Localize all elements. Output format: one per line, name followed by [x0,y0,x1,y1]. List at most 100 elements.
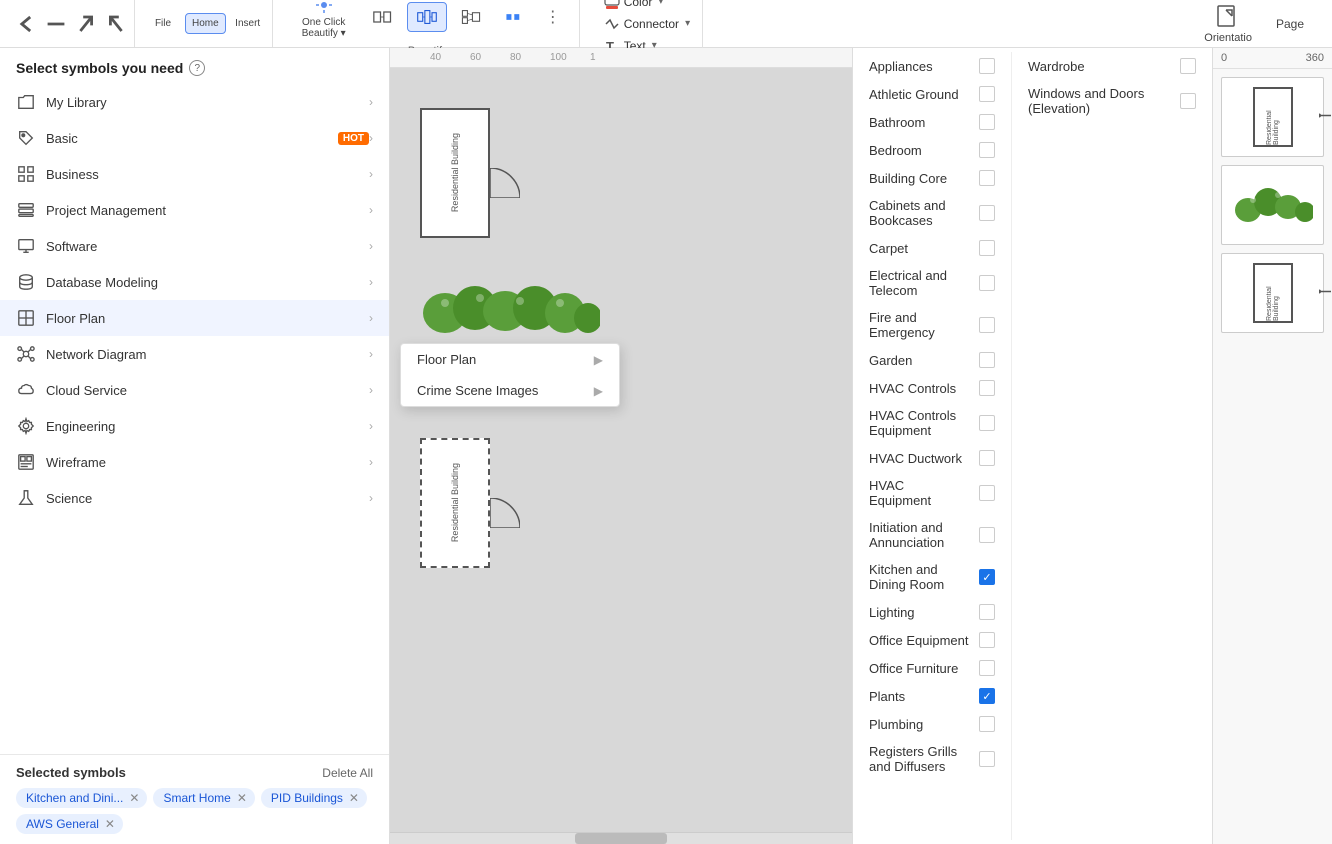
checklist-item-8[interactable]: Fire and Emergency [853,304,1011,346]
tag-aws[interactable]: AWS General ✕ [16,814,123,834]
checkbox-right-0[interactable] [1180,58,1196,74]
preview-card-1[interactable] [1221,165,1324,245]
checkbox-5[interactable] [979,205,995,221]
dropdown-crime-scene[interactable]: Crime Scene Images ▶ [401,375,619,406]
dropdown-floor-plan[interactable]: Floor Plan ▶ [401,344,619,375]
tag-pid[interactable]: PID Buildings ✕ [261,788,367,808]
checklist-item-16[interactable]: Lighting [853,598,1011,626]
checkbox-16[interactable] [979,604,995,620]
layout-1-button[interactable] [363,3,403,31]
back-button[interactable] [12,10,40,38]
layout-2-button[interactable] [407,2,447,32]
checklist-item-6[interactable]: Carpet [853,234,1011,262]
layout-4-button[interactable] [495,3,535,31]
checklist-item-20[interactable]: Plumbing [853,710,1011,738]
sidebar-item-science[interactable]: Science › [0,480,389,516]
checklist-item-2[interactable]: Bathroom [853,108,1011,136]
checklist-item-5[interactable]: Cabinets and Bookcases [853,192,1011,234]
sidebar-item-network-diagram[interactable]: Network Diagram › [0,336,389,372]
preview-card-2[interactable]: Residential Building [1221,253,1324,333]
checklist-item-21[interactable]: Registers Grills and Diffusers [853,738,1011,780]
checkbox-8[interactable] [979,317,995,333]
sidebar-item-project-management[interactable]: Project Management › [0,192,389,228]
checkbox-6[interactable] [979,240,995,256]
sidebar-item-floor-plan[interactable]: Floor Plan › [0,300,389,336]
checkbox-1[interactable] [979,86,995,102]
sidebar-item-business[interactable]: Business › [0,156,389,192]
checkbox-13[interactable] [979,485,995,501]
checkbox-right-1[interactable] [1180,93,1196,109]
sidebar-item-basic[interactable]: Basic HOT › [0,120,389,156]
checkbox-15[interactable] [979,569,995,585]
checkbox-7[interactable] [979,275,995,291]
checkbox-11[interactable] [979,415,995,431]
scrollbar-thumb[interactable] [575,833,667,844]
orientation-button[interactable]: Orientatio [1196,0,1260,48]
building-item-1[interactable]: Residential Building [420,108,490,238]
tag-smart-home[interactable]: Smart Home ✕ [153,788,254,808]
checklist-item-10[interactable]: HVAC Controls [853,374,1011,402]
checkbox-14[interactable] [979,527,995,543]
checklist-scroll[interactable]: Appliances Athletic Ground Bathroom Bedr… [853,48,1212,844]
color-button[interactable]: Color ▾ [600,0,694,12]
history-forward-button[interactable] [102,10,130,38]
one-click-beautify-button[interactable]: One ClickBeautify ▾ [289,0,359,43]
tab-insert[interactable]: Insert [228,14,268,33]
sidebar-item-wireframe[interactable]: Wireframe › [0,444,389,480]
checkbox-3[interactable] [979,142,995,158]
help-icon[interactable]: ? [189,60,205,76]
more-layouts-button[interactable]: ⋮ [539,3,567,31]
checklist-item-14[interactable]: Initiation and Annunciation [853,514,1011,556]
checkbox-18[interactable] [979,660,995,676]
checklist-item-17[interactable]: Office Equipment [853,626,1011,654]
checkbox-4[interactable] [979,170,995,186]
checklist-item-19[interactable]: Plants [853,682,1011,710]
sidebar-item-cloud-service[interactable]: Cloud Service › [0,372,389,408]
tab-file[interactable]: File [143,14,183,33]
checklist-item-4[interactable]: Building Core [853,164,1011,192]
horizontal-scrollbar[interactable] [390,832,852,844]
layout-3-button[interactable] [451,3,491,31]
tag-pid-close[interactable]: ✕ [349,791,359,805]
checklist-right-item-1[interactable]: Windows and Doors (Elevation) [1012,80,1212,122]
building-item-3[interactable]: Residential Building [420,438,490,568]
checklist-item-13[interactable]: HVAC Equipment [853,472,1011,514]
page-button[interactable]: Page [1268,13,1312,35]
checkbox-2[interactable] [979,114,995,130]
checkbox-12[interactable] [979,450,995,466]
checkbox-9[interactable] [979,352,995,368]
tab-home[interactable]: Home [185,13,226,34]
checklist-item-7[interactable]: Electrical and Telecom [853,262,1011,304]
checklist-item-3[interactable]: Bedroom [853,136,1011,164]
sidebar-item-my-library[interactable]: My Library › [0,84,389,120]
preview-card-0[interactable]: Residential Building [1221,77,1324,157]
main-area: Select symbols you need ? My Library › B… [0,48,1332,844]
checklist-item-11[interactable]: HVAC Controls Equipment [853,402,1011,444]
minimize-button[interactable] [42,10,70,38]
checklist-item-15[interactable]: Kitchen and Dining Room [853,556,1011,598]
checklist-item-18[interactable]: Office Furniture [853,654,1011,682]
checkbox-17[interactable] [979,632,995,648]
history-back-button[interactable] [72,10,100,38]
sidebar-item-software[interactable]: Software › [0,228,389,264]
delete-all-button[interactable]: Delete All [322,766,373,780]
checkbox-19[interactable] [979,688,995,704]
connector-button[interactable]: Connector ▾ [600,14,694,34]
checkbox-20[interactable] [979,716,995,732]
tag-smart-home-close[interactable]: ✕ [237,791,247,805]
checklist-item-9[interactable]: Garden [853,346,1011,374]
tag-kitchen-close[interactable]: ✕ [129,791,139,805]
checklist-item-1[interactable]: Athletic Ground [853,80,1011,108]
ruler-mark-100: 100 [550,52,567,63]
sidebar-item-engineering[interactable]: Engineering › [0,408,389,444]
checklist-item-0[interactable]: Appliances [853,52,1011,80]
checklist-item-12[interactable]: HVAC Ductwork [853,444,1011,472]
checkbox-10[interactable] [979,380,995,396]
checkbox-21[interactable] [979,751,995,767]
sidebar-item-database-modeling[interactable]: Database Modeling › [0,264,389,300]
checklist-right-item-0[interactable]: Wardrobe [1012,52,1212,80]
canvas-content[interactable]: Residential Building [390,68,852,844]
tag-kitchen[interactable]: Kitchen and Dini... ✕ [16,788,147,808]
checkbox-0[interactable] [979,58,995,74]
tag-aws-close[interactable]: ✕ [105,817,115,831]
